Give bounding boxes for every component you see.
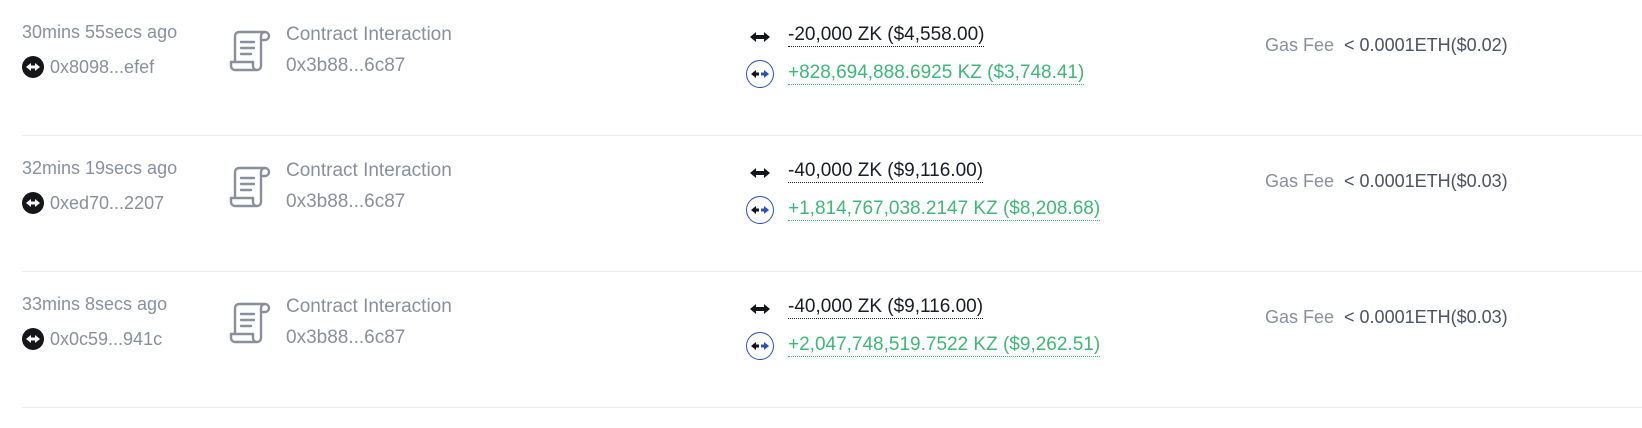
- gas-fee-label: Gas Fee: [1265, 35, 1335, 55]
- sender-address: 0x8098...efef: [50, 56, 155, 77]
- gas-fee: Gas Fee < 0.0001ETH($0.03): [1265, 307, 1508, 328]
- transaction-time: 33mins 8secs ago: [22, 294, 168, 314]
- outgoing-amount-link[interactable]: -40,000 ZK ($9,116.00): [788, 160, 984, 183]
- transaction-row: 33mins 8secs ago 0x0c59...941c Contract …: [22, 272, 1642, 408]
- contract-address-link[interactable]: 0x3b88...6c87: [286, 191, 405, 213]
- sender-address-link[interactable]: 0x8098...efef: [22, 56, 154, 78]
- gas-fee-label: Gas Fee: [1265, 171, 1335, 191]
- gas-fee-value: < 0.0001ETH($0.03): [1344, 171, 1508, 191]
- zk-token-icon: [745, 26, 775, 48]
- incoming-amount-link[interactable]: +2,047,748,519.7522 KZ ($9,262.51): [788, 334, 1101, 357]
- incoming-amount-link[interactable]: +828,694,888.6925 KZ ($3,748.41): [788, 62, 1085, 85]
- kz-token-icon: [745, 194, 775, 226]
- incoming-amount-link[interactable]: +1,814,767,038.2147 KZ ($8,208.68): [788, 198, 1101, 221]
- transaction-time: 30mins 55secs ago: [22, 22, 178, 42]
- kz-token-icon: [745, 58, 775, 90]
- transaction-time: 32mins 19secs ago: [22, 158, 178, 178]
- zksync-chain-icon: [22, 328, 44, 350]
- zk-token-icon: [745, 298, 775, 320]
- gas-fee: Gas Fee < 0.0001ETH($0.03): [1265, 171, 1508, 192]
- transaction-action: Contract Interaction: [286, 160, 452, 181]
- sender-address: 0xed70...2207: [50, 192, 165, 213]
- transaction-row: 32mins 19secs ago 0xed70...2207 Contract…: [22, 136, 1642, 272]
- sender-address: 0x0c59...941c: [50, 328, 163, 349]
- contract-address-link[interactable]: 0x3b88...6c87: [286, 55, 405, 77]
- sender-address-link[interactable]: 0xed70...2207: [22, 192, 164, 214]
- contract-scroll-icon: [229, 302, 271, 344]
- outgoing-amount-link[interactable]: -40,000 ZK ($9,116.00): [788, 296, 984, 319]
- gas-fee-value: < 0.0001ETH($0.02): [1344, 35, 1508, 55]
- gas-fee: Gas Fee < 0.0001ETH($0.02): [1265, 35, 1508, 56]
- contract-scroll-icon: [229, 30, 271, 72]
- outgoing-amount-link[interactable]: -20,000 ZK ($4,558.00): [788, 24, 985, 47]
- contract-scroll-icon: [229, 166, 271, 208]
- gas-fee-label: Gas Fee: [1265, 307, 1335, 327]
- transaction-action: Contract Interaction: [286, 296, 452, 317]
- gas-fee-value: < 0.0001ETH($0.03): [1344, 307, 1508, 327]
- transaction-row: 30mins 55secs ago 0x8098...efef Contract…: [22, 0, 1642, 136]
- kz-token-icon: [745, 330, 775, 362]
- transaction-list: 30mins 55secs ago 0x8098...efef Contract…: [22, 0, 1642, 408]
- transaction-action: Contract Interaction: [286, 24, 452, 45]
- zk-token-icon: [745, 162, 775, 184]
- contract-address-link[interactable]: 0x3b88...6c87: [286, 327, 405, 349]
- zksync-chain-icon: [22, 56, 44, 78]
- sender-address-link[interactable]: 0x0c59...941c: [22, 328, 162, 350]
- zksync-chain-icon: [22, 192, 44, 214]
